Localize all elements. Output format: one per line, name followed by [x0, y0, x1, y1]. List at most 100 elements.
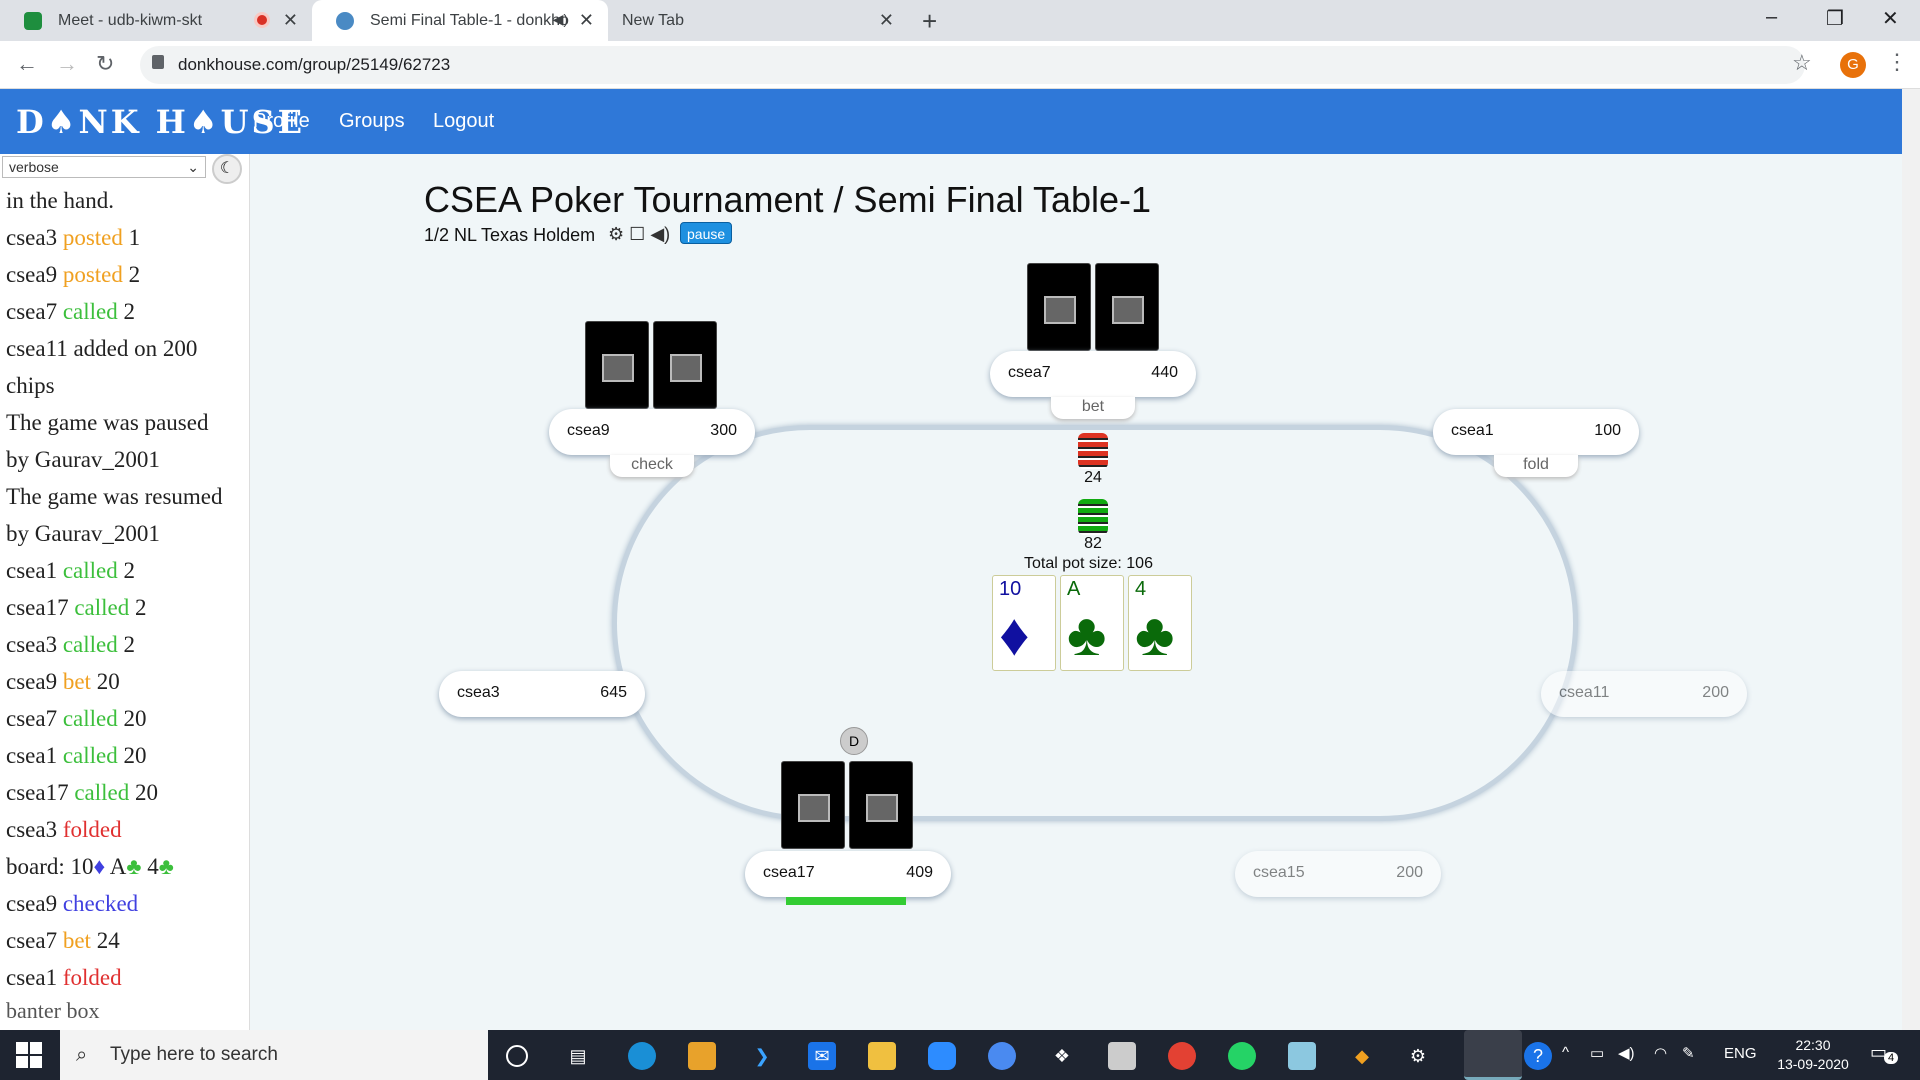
table-tools: ⚙ ☐ ◀) [608, 224, 670, 245]
history-icon[interactable]: ☐ [629, 224, 645, 244]
log-line: The game was paused [6, 410, 209, 435]
house-icon [1112, 296, 1144, 324]
log-filter-select[interactable]: verbose ⌄ [2, 156, 206, 178]
seat-csea17[interactable]: csea17 409 [745, 851, 951, 897]
lock-icon[interactable] [152, 55, 164, 69]
dealer-button: D [840, 727, 868, 755]
tab-meet[interactable]: Meet - udb-kiwm-skt ✕ [0, 0, 312, 41]
chevron-down-icon: ⌄ [187, 159, 199, 175]
wifi-icon[interactable]: ◠ [1654, 1044, 1667, 1062]
settings-icon[interactable]: ⚙ [608, 224, 624, 244]
mail-icon[interactable]: ✉ [808, 1042, 836, 1070]
tab-new[interactable]: New Tab ✕ [608, 0, 908, 41]
task-view-icon[interactable]: ▤ [564, 1042, 592, 1070]
edge-icon[interactable] [628, 1042, 656, 1070]
forward-icon[interactable]: → [56, 51, 78, 77]
file-explorer-icon[interactable] [868, 1042, 896, 1070]
seat-csea11[interactable]: csea11 200 [1541, 671, 1747, 717]
seat-csea1[interactable]: csea1 100 [1433, 409, 1639, 455]
whatsapp-icon[interactable] [1228, 1042, 1256, 1070]
tab-donkhouse[interactable]: Semi Final Table-1 - donkho ◀) ✕ [312, 0, 608, 41]
nav-profile[interactable]: Profile [253, 110, 310, 133]
chevron-up-icon[interactable]: ^ [1562, 1044, 1569, 1061]
browser-tab-bar: Meet - udb-kiwm-skt ✕ Semi Final Table-1… [0, 0, 1920, 41]
tab-label: Semi Final Table-1 - donkho [370, 11, 569, 29]
taskbar-search[interactable]: ⌕ Type here to search [60, 1030, 488, 1080]
log-line: csea3 called 2 [6, 632, 135, 657]
turn-timer-bar [786, 897, 906, 905]
pause-button[interactable]: pause [680, 222, 733, 244]
dropbox-icon[interactable]: ❖ [1048, 1042, 1076, 1070]
hole-card-back [781, 761, 845, 849]
help-icon[interactable]: ? [1524, 1042, 1552, 1070]
close-tab-icon[interactable]: ✕ [283, 10, 298, 31]
new-tab-icon[interactable]: + [922, 6, 937, 37]
nav-logout[interactable]: Logout [433, 110, 494, 133]
page-scrollbar[interactable] [1902, 89, 1920, 1030]
site-navbar: D♠NK H♠USE Profile Groups Logout [0, 89, 1902, 154]
chrome-icon[interactable] [1168, 1042, 1196, 1070]
log-line: chips [6, 373, 55, 398]
seat-csea3[interactable]: csea3 645 [439, 671, 645, 717]
clock[interactable]: 22:30 13-09-2020 [1776, 1036, 1850, 1074]
hole-card-back [1027, 263, 1091, 351]
screenshot-icon[interactable] [1108, 1042, 1136, 1070]
log-line: csea1 folded [6, 965, 122, 990]
reload-icon[interactable]: ↻ [96, 51, 114, 77]
app-icon[interactable] [1288, 1042, 1316, 1070]
house-icon [602, 354, 634, 382]
tab-label: Meet - udb-kiwm-skt [58, 11, 203, 29]
profile-avatar[interactable]: G [1840, 52, 1866, 78]
bet-amount: 24 [1084, 469, 1102, 486]
close-tab-icon[interactable]: ✕ [879, 10, 894, 31]
total-pot: Total pot size: 106 [1024, 555, 1153, 572]
search-icon: ⌕ [76, 1044, 88, 1066]
meet-icon [24, 11, 42, 30]
pot-chip-amount: 82 [1084, 535, 1102, 552]
vscode-icon[interactable]: ❯ [748, 1042, 776, 1070]
house-icon [670, 354, 702, 382]
battery-icon[interactable]: ▭ [1590, 1044, 1604, 1062]
menu-icon[interactable]: ⋮ [1886, 49, 1908, 75]
settings-icon[interactable]: ⚙ [1404, 1042, 1432, 1070]
log-line: csea3 posted 1 [6, 225, 141, 250]
nav-groups[interactable]: Groups [339, 110, 405, 133]
windows-taskbar: ⌕ Type here to search ▤ ❯ ✉ ❖ ◆ ⚙ ? ^ ▭ … [0, 1030, 1920, 1080]
url-field[interactable]: donkhouse.com/group/25149/62723 [140, 46, 1805, 84]
log-line: by Gaurav_2001 [6, 521, 160, 546]
seat-csea7[interactable]: csea7 440 [990, 351, 1196, 397]
dark-mode-toggle-icon[interactable]: ☾ [212, 154, 242, 184]
restore-icon[interactable]: ❐ [1826, 6, 1844, 31]
cortana-icon[interactable] [506, 1045, 528, 1067]
close-tab-icon[interactable]: ✕ [579, 10, 594, 31]
zoom-icon[interactable] [928, 1042, 956, 1070]
windows-start-icon[interactable] [16, 1042, 42, 1068]
git-icon[interactable]: ◆ [1348, 1042, 1376, 1070]
log-line: by Gaurav_2001 [6, 447, 160, 472]
hole-card-back [849, 761, 913, 849]
club-icon: ♣ [1135, 601, 1175, 668]
bookmark-star-icon[interactable]: ☆ [1792, 50, 1812, 76]
log-line: csea7 bet 24 [6, 928, 120, 953]
minimize-icon[interactable]: – [1766, 6, 1777, 29]
back-icon[interactable]: ← [16, 51, 38, 77]
language-indicator[interactable]: ENG [1724, 1045, 1757, 1062]
pen-icon[interactable]: ✎ [1682, 1044, 1695, 1062]
volume-icon[interactable]: ◀) [1618, 1044, 1635, 1062]
recording-icon [254, 12, 270, 28]
hole-card-back [1095, 263, 1159, 351]
chrome-active-icon[interactable] [1464, 1030, 1522, 1080]
page: D♠NK H♠USE Profile Groups Logout verbose… [0, 89, 1902, 1030]
log-line: csea3 folded [6, 817, 122, 842]
log-line: csea7 called 20 [6, 706, 147, 731]
donkhouse-icon [336, 11, 354, 30]
close-window-icon[interactable]: ✕ [1882, 6, 1899, 31]
chip-stack-icon [1078, 499, 1108, 535]
seat-csea9[interactable]: csea9 300 [549, 409, 755, 455]
seat-csea15[interactable]: csea15 200 [1235, 851, 1441, 897]
store-icon[interactable] [688, 1042, 716, 1070]
banter-box-input[interactable]: banter box [6, 998, 99, 1024]
log-line: csea17 called 20 [6, 780, 158, 805]
chromium-icon[interactable] [988, 1042, 1016, 1070]
sound-icon[interactable]: ◀) [650, 224, 670, 244]
